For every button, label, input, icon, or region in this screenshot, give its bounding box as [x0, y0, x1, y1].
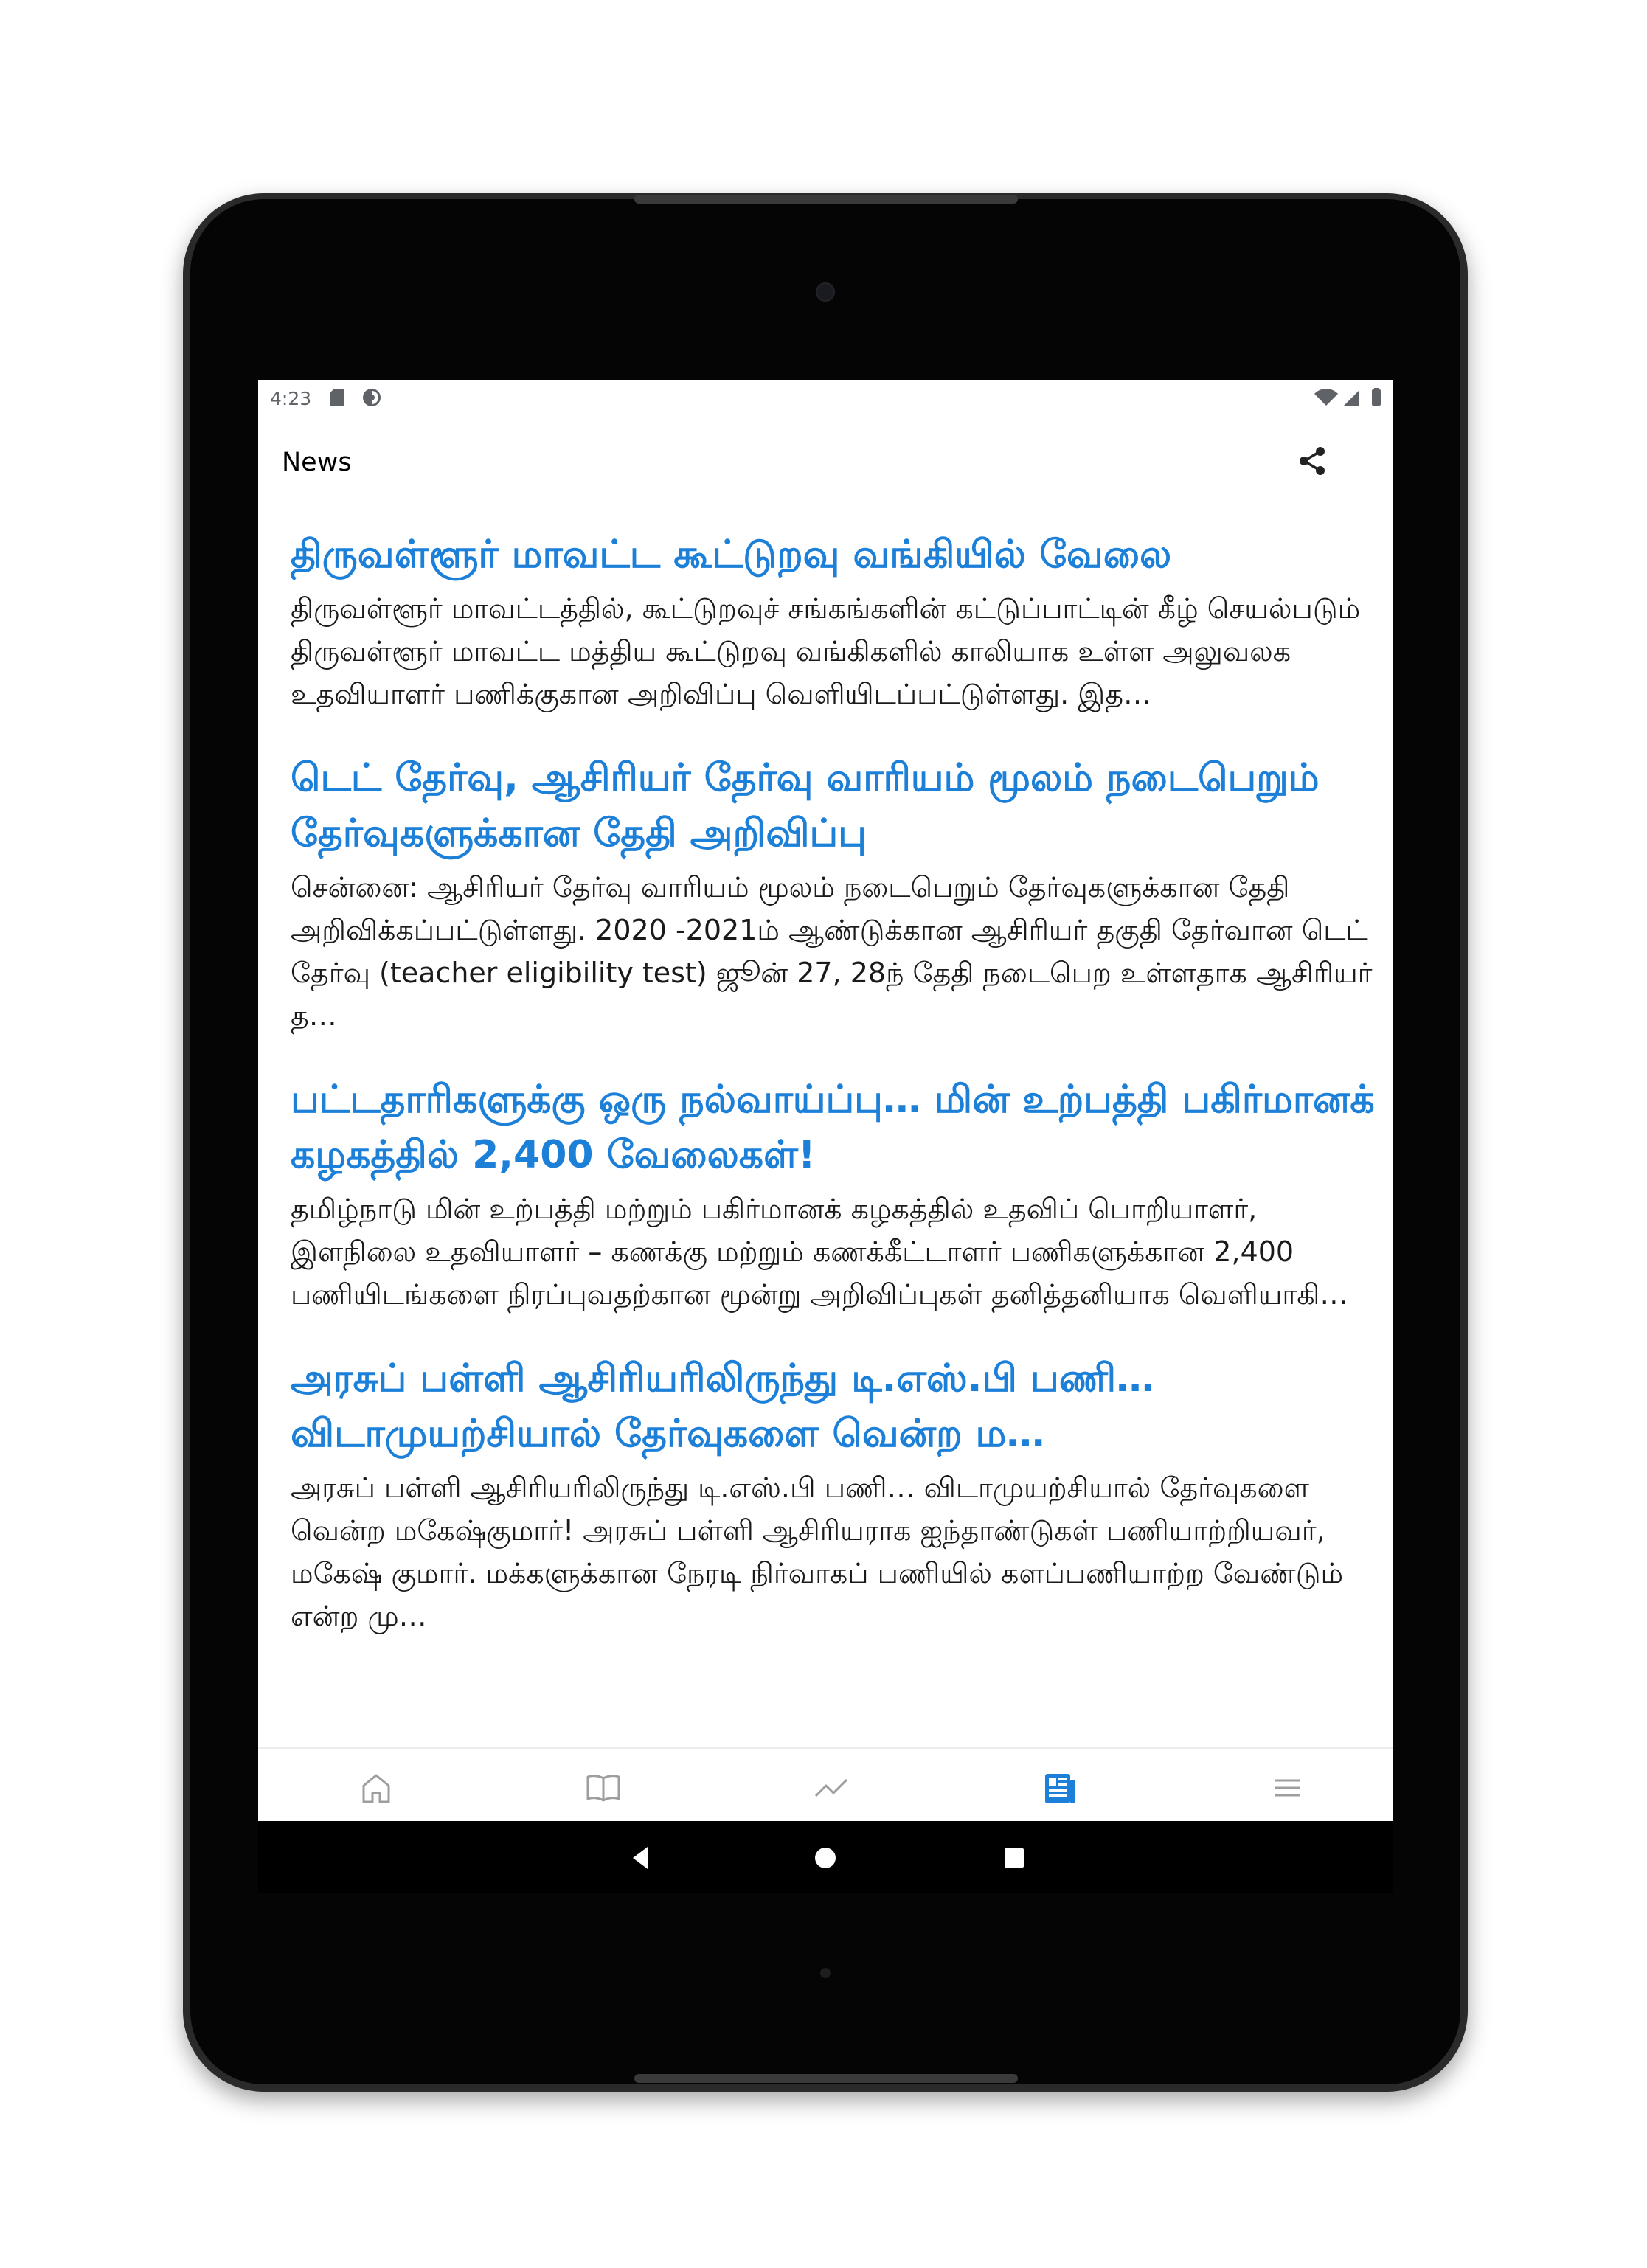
news-item[interactable]: அரசுப் பள்ளி ஆசிரியரிலிருந்து டி.எஸ்.பி … [291, 1351, 1375, 1637]
sd-card-icon [330, 389, 344, 406]
menu-icon [1275, 1779, 1300, 1797]
nav-menu[interactable] [1269, 1769, 1306, 1806]
trending-icon [814, 1778, 848, 1797]
home-icon [362, 1774, 390, 1803]
status-right-icons [1314, 388, 1381, 406]
book-icon [586, 1775, 620, 1802]
news-summary: சென்னை: ஆசிரியர் தேர்வு வாரியம் மூலம் நட… [291, 871, 1373, 1032]
wifi-icon [1314, 389, 1338, 406]
vpn-icon [363, 389, 381, 406]
news-summary: அரசுப் பள்ளி ஆசிரியரிலிருந்து டி.எஸ்.பி … [291, 1471, 1344, 1632]
microphone-dot [820, 1968, 831, 1978]
signal-icon [1344, 391, 1359, 406]
battery-icon [1372, 388, 1381, 406]
status-bar: 4:23 [258, 380, 1393, 417]
recents-icon [1005, 1848, 1024, 1868]
front-camera [816, 282, 835, 302]
home-button[interactable] [807, 1839, 844, 1876]
news-list: திருவள்ளூர் மாவட்ட கூட்டுறவு வங்கியில் வ… [291, 527, 1375, 1673]
recents-button[interactable] [996, 1839, 1033, 1876]
top-speaker-grille [634, 195, 1018, 204]
share-button[interactable] [1291, 439, 1335, 483]
nav-library[interactable] [585, 1769, 622, 1806]
device-screen: 4:23 News திருவள்ளூர் மாவட்ட கூட்டுறவு வ… [258, 380, 1393, 1893]
news-icon [1045, 1774, 1075, 1803]
nav-news[interactable] [1041, 1769, 1078, 1806]
page-title: News [282, 448, 352, 477]
nav-trending[interactable] [813, 1769, 850, 1806]
news-item[interactable]: பட்டதாரிகளுக்கு ஒரு நல்வாய்ப்பு… மின் உற… [291, 1072, 1375, 1316]
app-bar: News [258, 417, 1393, 498]
news-title[interactable]: பட்டதாரிகளுக்கு ஒரு நல்வாய்ப்பு… மின் உற… [291, 1072, 1375, 1183]
bottom-speaker-grille [634, 2074, 1018, 2083]
back-icon [633, 1847, 648, 1869]
news-item[interactable]: திருவள்ளூர் மாவட்ட கூட்டுறவு வங்கியில் வ… [291, 527, 1375, 715]
system-navigation-bar [258, 1821, 1393, 1893]
news-item[interactable]: டெட் தேர்வு, ஆசிரியர் தேர்வு வாரியம் மூல… [291, 751, 1375, 1037]
share-icon [1300, 447, 1325, 475]
news-title[interactable]: டெட் தேர்வு, ஆசிரியர் தேர்வு வாரியம் மூல… [291, 751, 1375, 861]
home-circle-icon [815, 1848, 836, 1868]
news-title[interactable]: திருவள்ளூர் மாவட்ட கூட்டுறவு வங்கியில் வ… [291, 527, 1375, 583]
bottom-navigation [258, 1747, 1393, 1823]
news-summary: திருவள்ளூர் மாவட்டத்தில், கூட்டுறவுச் சங… [291, 592, 1361, 710]
status-time: 4:23 [270, 388, 312, 409]
nav-home[interactable] [358, 1769, 395, 1806]
news-summary: தமிழ்நாடு மின் உற்பத்தி மற்றும் பகிர்மான… [291, 1193, 1348, 1311]
back-button[interactable] [623, 1839, 659, 1876]
news-title[interactable]: அரசுப் பள்ளி ஆசிரியரிலிருந்து டி.எஸ்.பி … [291, 1351, 1375, 1462]
